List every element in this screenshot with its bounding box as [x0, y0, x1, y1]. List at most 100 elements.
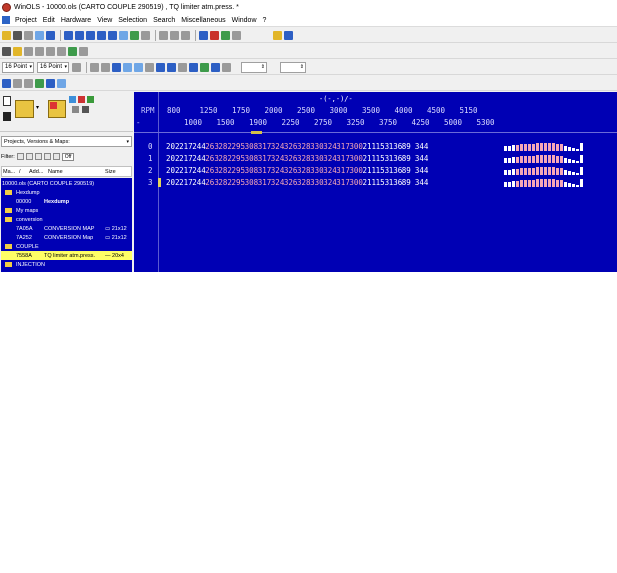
signed-icon[interactable]	[156, 62, 165, 72]
font-size-select-1[interactable]: 16 Point ▾	[2, 61, 34, 73]
open-dropdown-icon[interactable]: ▾	[36, 104, 39, 111]
map-cell[interactable]: 89	[402, 154, 411, 163]
map-cell[interactable]: 324	[323, 142, 337, 151]
map-cell[interactable]: 263	[205, 166, 219, 175]
map-cell[interactable]: 324	[271, 166, 285, 175]
tree-item[interactable]: 10000.ols (CARTO COUPLE 290519)	[1, 179, 132, 188]
first-icon[interactable]	[64, 30, 73, 40]
map-cell[interactable]: 324	[271, 154, 285, 163]
filter-off-button[interactable]: Off	[61, 152, 75, 161]
map-cell[interactable]: 295	[232, 178, 246, 187]
search-next-icon[interactable]	[35, 46, 44, 56]
menu-hardware[interactable]: Hardware	[58, 17, 94, 24]
map-cell[interactable]: 330	[310, 178, 324, 187]
map-cell[interactable]: 211	[363, 154, 377, 163]
tree-item[interactable]: COUPLE	[1, 242, 132, 251]
map-cell[interactable]: 324	[271, 142, 285, 151]
search-all-icon[interactable]	[57, 46, 66, 56]
map-2d-icon[interactable]	[130, 30, 139, 40]
font-size-select-2[interactable]: 16 Point ▾	[37, 61, 69, 73]
map-cell[interactable]: 317	[258, 142, 272, 151]
map-cell[interactable]: 330	[310, 154, 324, 163]
map-cell[interactable]: 217	[179, 166, 193, 175]
view-e-icon[interactable]	[46, 78, 55, 88]
map-icon[interactable]	[119, 30, 128, 40]
view-d-icon[interactable]	[35, 78, 44, 88]
print-icon[interactable]	[24, 30, 33, 40]
tree-item[interactable]: 00000 Hexdump	[1, 197, 132, 206]
next-icon[interactable]	[97, 30, 106, 40]
format-8bit-icon[interactable]	[112, 62, 121, 72]
map-cell[interactable]: 330	[310, 166, 324, 175]
org-icon[interactable]	[211, 62, 220, 72]
view-b-icon[interactable]	[13, 78, 22, 88]
tree-item[interactable]: 7A252 CONVERSION Map ▭ 21x12	[1, 233, 132, 242]
view-icon[interactable]	[46, 30, 55, 40]
map-cell[interactable]: 308	[245, 154, 259, 163]
misc-icon[interactable]	[222, 62, 231, 72]
refresh-icon[interactable]	[69, 96, 76, 103]
new-file-icon[interactable]	[3, 96, 11, 106]
prop-icon[interactable]	[72, 106, 79, 113]
map-cell[interactable]: 282	[218, 178, 232, 187]
key-icon[interactable]	[273, 30, 282, 40]
map-cell[interactable]: 328	[297, 178, 311, 187]
tree-item[interactable]: My maps	[1, 206, 132, 215]
map-cell[interactable]: 244	[192, 154, 206, 163]
menu-edit[interactable]: Edit	[40, 17, 58, 24]
map-cell[interactable]: 326	[284, 178, 298, 187]
tree-col-0[interactable]: Ma...	[3, 169, 15, 175]
tree-col-3[interactable]: Name	[48, 169, 63, 175]
map-cell[interactable]: 317	[336, 166, 350, 175]
map-cell[interactable]: 244	[192, 178, 206, 187]
width-stepper[interactable]: ⇕	[241, 61, 267, 73]
map-cell[interactable]: 308	[245, 142, 259, 151]
swap-icon[interactable]	[167, 62, 176, 72]
map-cell[interactable]: 326	[284, 166, 298, 175]
map-cell[interactable]: 317	[258, 154, 272, 163]
go-icon[interactable]	[87, 96, 94, 103]
format-16bit-icon[interactable]	[123, 62, 132, 72]
map-cell[interactable]: 300	[349, 166, 363, 175]
menu-search[interactable]: Search	[150, 17, 178, 24]
tool-b-icon[interactable]	[210, 30, 219, 40]
keys-icon[interactable]	[284, 30, 293, 40]
save-project-icon[interactable]	[3, 112, 11, 121]
map-cell[interactable]: 344	[415, 154, 429, 163]
plus-icon[interactable]	[200, 62, 209, 72]
map-cell[interactable]: 202	[166, 142, 180, 151]
map-cell[interactable]: 89	[402, 142, 411, 151]
search-map-icon[interactable]	[68, 46, 77, 56]
search-prev-icon[interactable]	[46, 46, 55, 56]
map-cell[interactable]: 326	[284, 154, 298, 163]
map-cell[interactable]: 263	[205, 178, 219, 187]
map-cell[interactable]: 211	[363, 166, 377, 175]
stop-icon[interactable]	[78, 96, 85, 103]
project-view-select[interactable]: Projects, Versions & Maps: ▾	[1, 136, 132, 147]
map-cell[interactable]: 344	[415, 178, 429, 187]
tool-a-icon[interactable]	[199, 30, 208, 40]
filter-type-icon[interactable]	[16, 153, 24, 160]
map-cell[interactable]: 295	[232, 154, 246, 163]
tree-col-4[interactable]: Size	[105, 169, 116, 175]
map-cell[interactable]: 202	[166, 166, 180, 175]
tree-col-2[interactable]: Add...	[29, 169, 43, 175]
map-cell[interactable]: 217	[179, 178, 193, 187]
map-cell[interactable]: 202	[166, 154, 180, 163]
view-c-icon[interactable]	[24, 78, 33, 88]
format-32bit-icon[interactable]	[134, 62, 143, 72]
map-cell[interactable]: 317	[336, 154, 350, 163]
open-folder-icon[interactable]	[15, 100, 34, 118]
tree-col-1[interactable]: /	[19, 169, 21, 175]
map-cell[interactable]: 324	[271, 178, 285, 187]
open-icon[interactable]	[2, 30, 11, 40]
float-icon[interactable]	[145, 62, 154, 72]
hex-map-view[interactable]: -(-,-)/- RPM - 800 1250 1750 2000 2500 3000 35…	[134, 92, 617, 272]
grid-icon[interactable]	[72, 62, 81, 72]
tree-item[interactable]: Hexdump	[1, 188, 132, 197]
menu-miscellaneous[interactable]: Miscellaneous	[178, 17, 228, 24]
map-cell[interactable]: 153	[376, 166, 390, 175]
forward-icon[interactable]	[181, 30, 190, 40]
map-cell[interactable]: 263	[205, 154, 219, 163]
map-cell[interactable]: 217	[179, 154, 193, 163]
